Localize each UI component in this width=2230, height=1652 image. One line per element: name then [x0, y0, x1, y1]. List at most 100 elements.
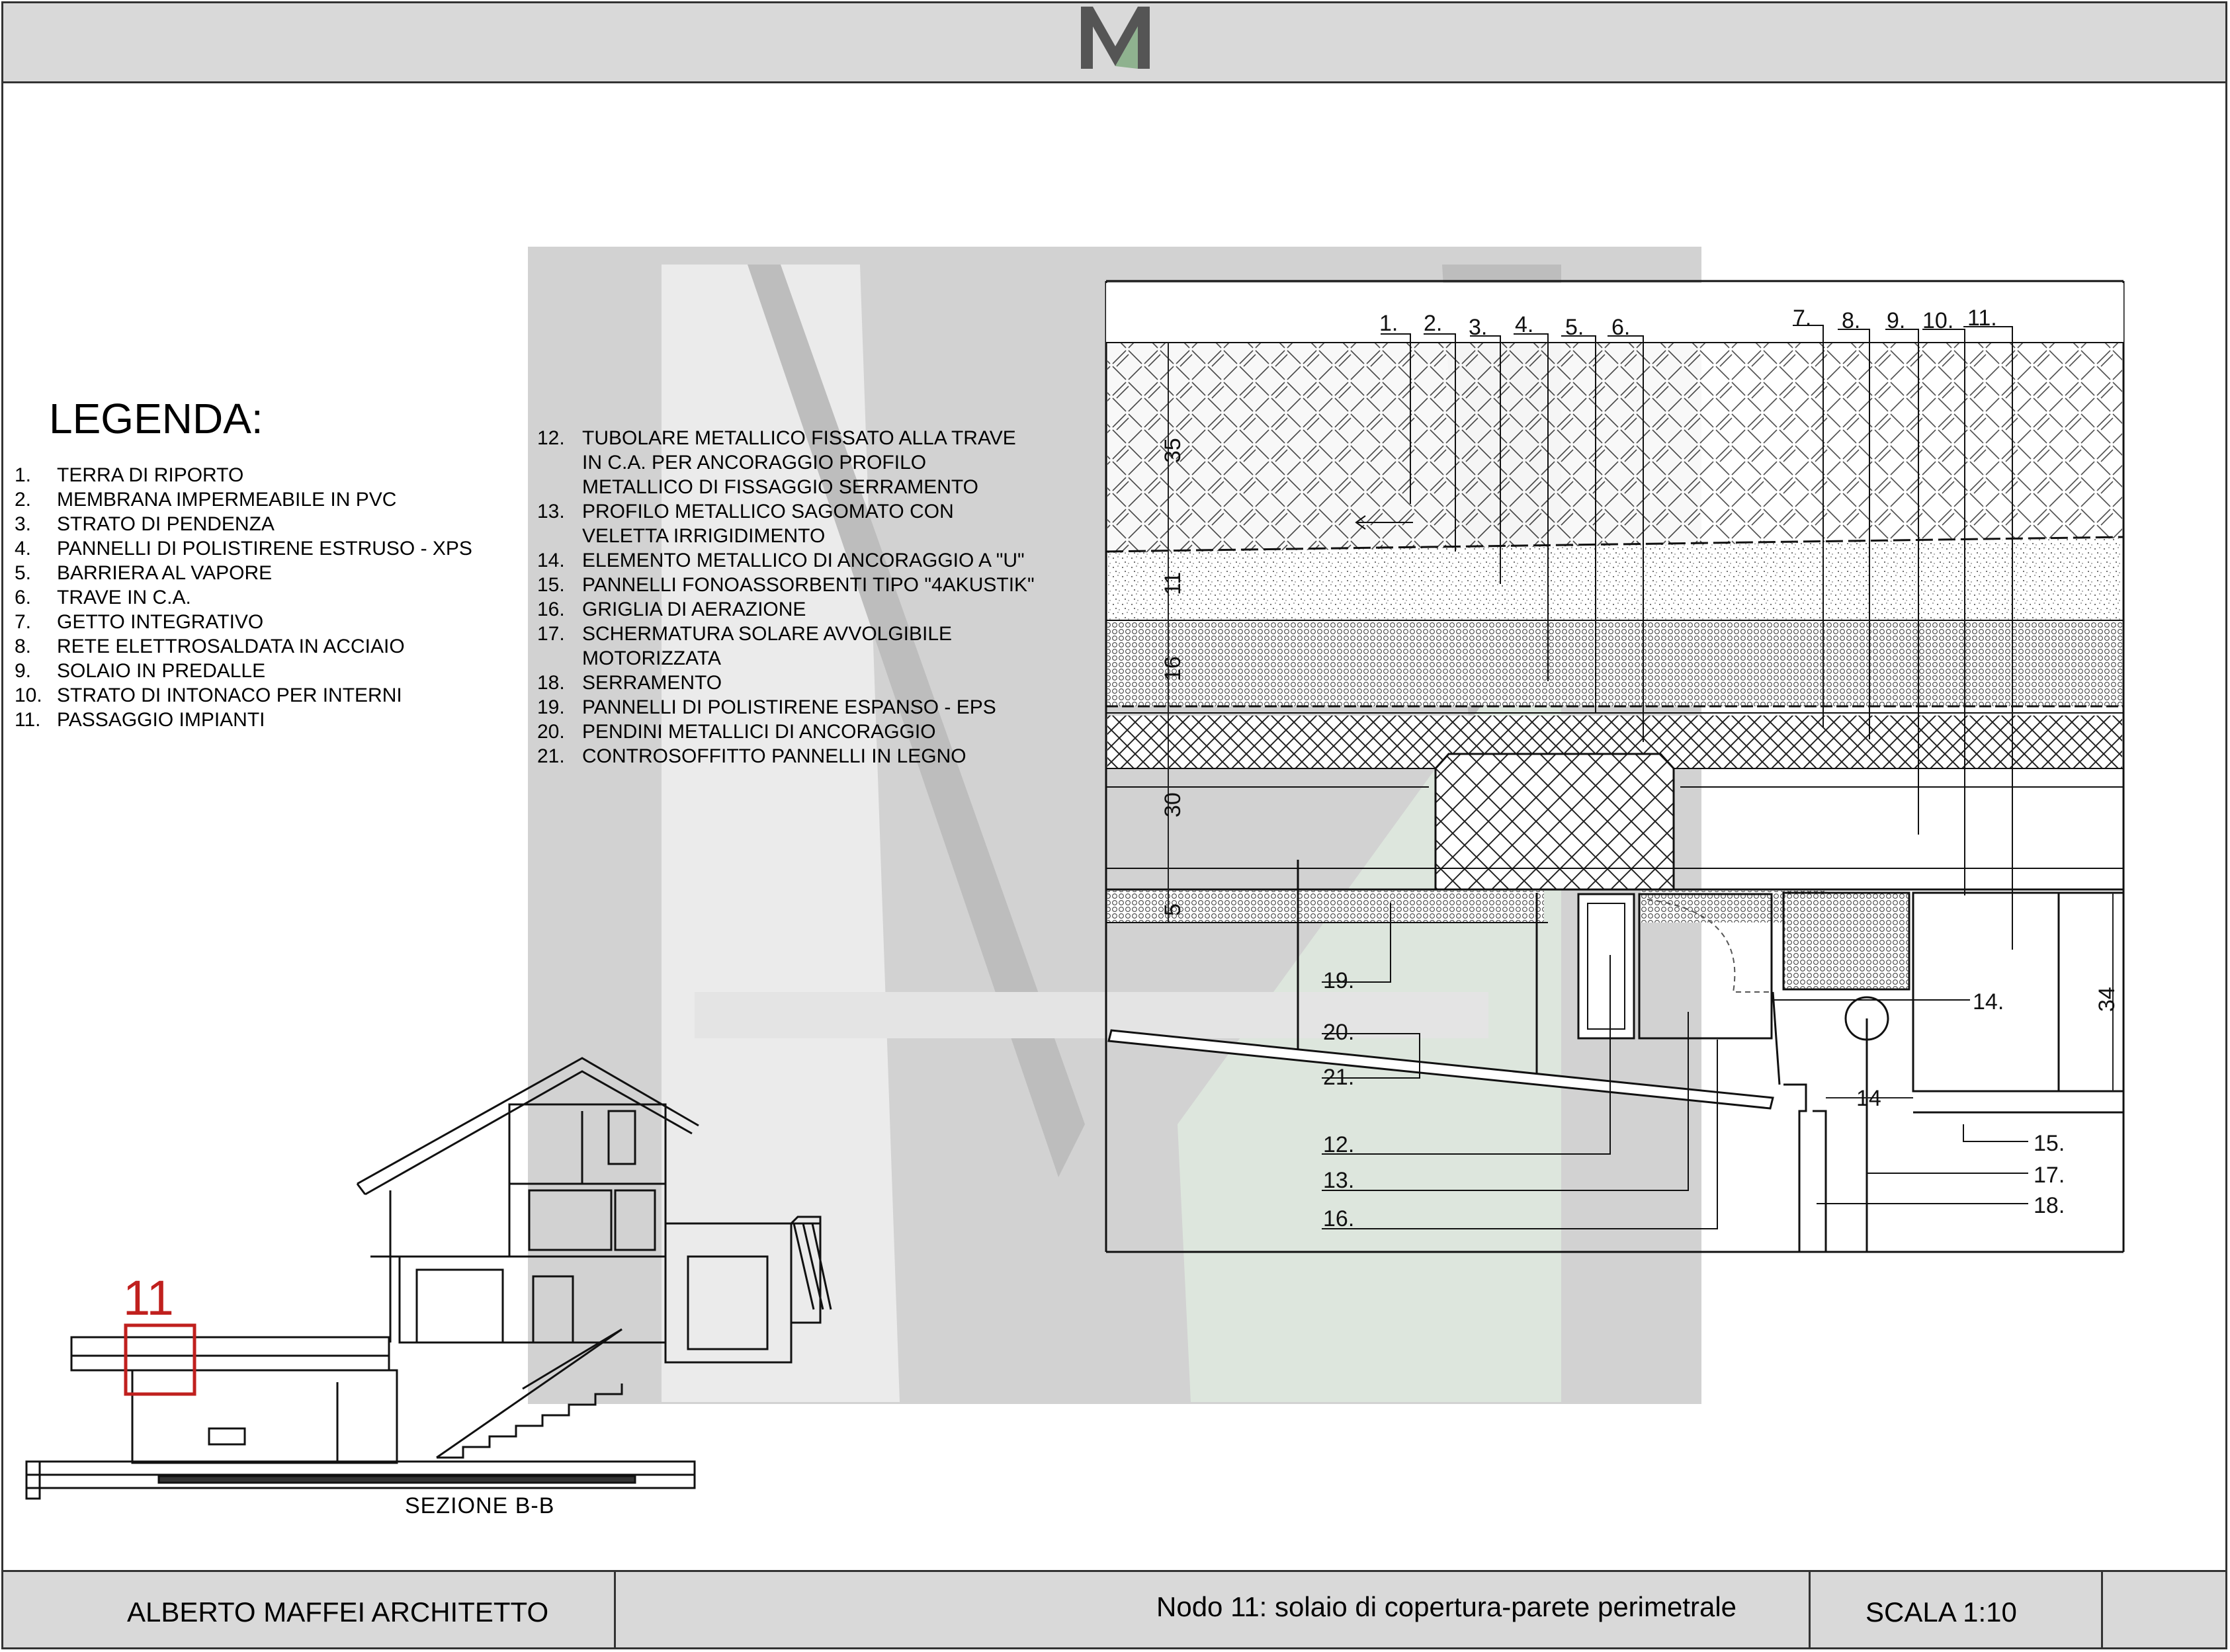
legend-item-text: TERRA DI RIPORTO	[57, 464, 244, 486]
label-15: 15.	[2034, 1131, 2065, 1156]
legend-item: 12. TUBOLARE METALLICO FISSATO ALLA TRAVE…	[537, 426, 1066, 499]
label-5: 5.	[1565, 315, 1584, 340]
label-1: 1.	[1379, 311, 1398, 336]
section-caption: SEZIONE B-B	[405, 1493, 555, 1518]
dim-30: 30	[1160, 792, 1185, 817]
legend-item-number: 15.	[537, 574, 565, 596]
legend-item-number: 8.	[15, 636, 32, 657]
legend-item-text: GETTO INTEGRATIVO	[57, 611, 264, 633]
legend-item: 16. GRIGLIA DI AERAZIONE	[537, 597, 1066, 622]
legend-item-number: 6.	[15, 587, 32, 608]
label-12: 12.	[1323, 1132, 1354, 1157]
legend-item: 21. CONTROSOFFITTO PANNELLI IN LEGNO	[537, 744, 1066, 768]
legend-item: 11. PASSAGGIO IMPIANTI	[15, 708, 504, 732]
legend-item: 3. STRATO DI PENDENZA	[15, 512, 504, 536]
legend-item-number: 12.	[537, 427, 565, 449]
legend-item-number: 2.	[15, 489, 32, 511]
label-6: 6.	[1611, 315, 1630, 340]
legend-item: 19. PANNELLI DI POLISTIRENE ESPANSO - EPS	[537, 695, 1066, 720]
legend-item-line: GRIGLIA DI AERAZIONE	[582, 599, 806, 620]
legend-item-text: TRAVE IN C.A.	[57, 587, 191, 608]
legend-item-text: MEMBRANA IMPERMEABILE IN PVC	[57, 489, 397, 511]
legend-item: 2. MEMBRANA IMPERMEABILE IN PVC	[15, 487, 504, 512]
legend-item: 7. GETTO INTEGRATIVO	[15, 610, 504, 634]
legend-item: 18. SERRAMENTO	[537, 671, 1066, 695]
legend-item-text: STRATO DI PENDENZA	[57, 513, 275, 535]
node-highlight-box	[124, 1323, 196, 1396]
legend-item-text: GRIGLIA DI AERAZIONE	[582, 597, 1066, 622]
soil-layer	[1107, 343, 2122, 553]
label-18: 18.	[2034, 1193, 2065, 1218]
legend-item: 8. RETE ELETTROSALDATA IN ACCIAIO	[15, 634, 504, 659]
legend-item-line: METALLICO DI FISSAGGIO SERRAMENTO	[582, 476, 978, 498]
dim-5: 5	[1160, 903, 1185, 916]
legend-item-line: CONTROSOFFITTO PANNELLI IN LEGNO	[582, 745, 966, 767]
label-11: 11.	[1967, 306, 1997, 331]
legend-item-number: 21.	[537, 745, 565, 767]
legend-item-number: 4.	[15, 538, 32, 559]
legend-item-number: 20.	[537, 721, 565, 743]
legend-item-line: VELETTA IRRIGIDIMENTO	[582, 525, 826, 547]
legend-item: 15. PANNELLI FONOASSORBENTI TIPO "4AKUSTI…	[537, 573, 1066, 597]
legend-item-number: 14.	[537, 550, 565, 571]
label-20: 20.	[1323, 1020, 1354, 1045]
legend-item-line: PROFILO METALLICO SAGOMATO CON	[582, 501, 954, 522]
label-21: 21.	[1323, 1065, 1354, 1090]
legend-item-text: PANNELLI FONOASSORBENTI TIPO "4AKUSTIK"	[582, 573, 1066, 597]
legend-item-text: PANNELLI DI POLISTIRENE ESTRUSO - XPS	[57, 538, 472, 559]
legend-item-number: 9.	[15, 660, 32, 682]
legend-item-number: 17.	[537, 623, 565, 645]
legend-item-text: CONTROSOFFITTO PANNELLI IN LEGNO	[582, 744, 1066, 768]
legend-item-text: SOLAIO IN PREDALLE	[57, 660, 266, 682]
legend-item: 10. STRATO DI INTONACO PER INTERNI	[15, 683, 504, 708]
legend-item: 4. PANNELLI DI POLISTIRENE ESTRUSO - XPS	[15, 536, 504, 561]
legend-item-number: 5.	[15, 562, 32, 584]
label-10: 10.	[1922, 308, 1953, 333]
legend-list-left: 1. TERRA DI RIPORTO 2. MEMBRANA IMPERMEABIL…	[15, 463, 504, 732]
dim-14: 14	[1856, 1086, 1881, 1111]
drawing-canvas: 1. 2. 3. 4. 5. 6. 7. 8. 9. 10. 11. 19. 2…	[25, 7, 2125, 1500]
legend-item-text: PASSAGGIO IMPIANTI	[57, 709, 265, 731]
legend-item-line: IN C.A. PER ANCORAGGIO PROFILO	[582, 452, 927, 474]
legend-item-text: RETE ELETTROSALDATA IN ACCIAIO	[57, 636, 405, 657]
legend-item-line: SERRAMENTO	[582, 672, 722, 694]
drawing-scale: SCALA 1:10	[1865, 1596, 2017, 1628]
label-19: 19.	[1323, 968, 1354, 993]
legend-item-number: 19.	[537, 696, 565, 718]
label-17: 17.	[2034, 1163, 2065, 1188]
architect-name: ALBERTO MAFFEI ARCHITETTO	[127, 1596, 549, 1628]
legend-item-number: 13.	[537, 501, 565, 522]
label-7: 7.	[1793, 306, 1811, 331]
legend-list-right: 12. TUBOLARE METALLICO FISSATO ALLA TRAVE…	[537, 426, 1066, 768]
label-13: 13.	[1323, 1168, 1354, 1193]
legend-item: 17. SCHERMATURA SOLARE AVVOLGIBILE MOTORIZ…	[537, 622, 1066, 671]
drawing-title: Nodo 11: solaio di copertura-parete peri…	[1156, 1591, 1737, 1622]
legend-item-number: 16.	[537, 599, 565, 620]
legend-item-text: PANNELLI DI POLISTIRENE ESPANSO - EPS	[582, 695, 1066, 720]
label-16: 16.	[1323, 1206, 1354, 1231]
beam	[1434, 753, 1675, 891]
legend-item-text: SERRAMENTO	[582, 671, 1066, 695]
legend-item: 1. TERRA DI RIPORTO	[15, 463, 504, 487]
label-9: 9.	[1887, 308, 1905, 333]
dim-34: 34	[2094, 987, 2120, 1012]
legend-item-line: TUBOLARE METALLICO FISSATO ALLA TRAVE	[582, 427, 1016, 449]
legend-item-line: PENDINI METALLICI DI ANCORAGGIO	[582, 721, 936, 743]
legend-item: 9. SOLAIO IN PREDALLE	[15, 659, 504, 683]
label-4: 4.	[1515, 312, 1533, 337]
label-8: 8.	[1842, 308, 1860, 333]
xps-layer	[1107, 620, 2122, 706]
legend-item-number: 10.	[15, 684, 42, 706]
legend-item: 13. PROFILO METALLICO SAGOMATO CON VELETTA…	[537, 499, 1066, 548]
legend-item-text: PENDINI METALLICI DI ANCORAGGIO	[582, 720, 1066, 744]
brand-logo	[1081, 7, 1150, 69]
legend-item: 14. ELEMENTO METALLICO DI ANCORAGGIO A "U…	[537, 548, 1066, 573]
label-2: 2.	[1424, 311, 1442, 336]
legend-title: LEGENDA:	[49, 395, 263, 442]
legend-item-text: BARRIERA AL VAPORE	[57, 562, 273, 584]
legend-item-line: ELEMENTO METALLICO DI ANCORAGGIO A "U"	[582, 550, 1025, 571]
legend-item-number: 18.	[537, 672, 565, 694]
legend-item: 6. TRAVE IN C.A.	[15, 585, 504, 610]
drawing-sheet: 1. 2. 3. 4. 5. 6. 7. 8. 9. 10. 11. 19. 2…	[0, 0, 2230, 1652]
legend-item-text: STRATO DI INTONACO PER INTERNI	[57, 684, 402, 706]
